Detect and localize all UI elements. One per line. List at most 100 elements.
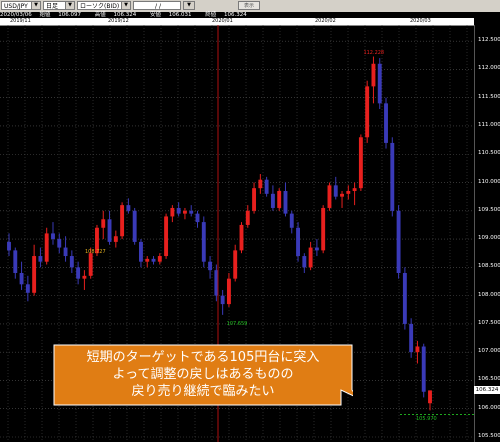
candle-body [164,216,169,257]
candle-body [25,284,30,293]
candle-body [270,193,275,208]
date-tick: 2019/11 [10,18,31,24]
price-tick: 109.000 [478,235,500,242]
candle-body [308,247,313,268]
candle-body [51,233,55,240]
candle-body [409,323,414,353]
current-price-marker: 106.324 [474,386,500,395]
annotation-callout: 短期のターゲットである105円台に突入 よって調整の戻しはあるものの 戻り売り継… [53,344,353,406]
chevron-down-icon[interactable]: ▼ [65,2,74,9]
price-tick: 112.000 [478,65,500,72]
candle-body [314,247,319,251]
candle-body [32,256,37,293]
candle-body [151,258,156,262]
calendar-dropdown-icon[interactable]: ▼ [184,2,194,9]
price-tick: 111.000 [478,121,500,128]
price-tick: 112.500 [478,37,500,44]
price-tick: 109.500 [478,206,500,213]
candle-body [252,188,257,211]
candle-body [145,258,150,262]
candle-body [352,188,357,191]
candle-body [296,227,300,257]
price-axis: 112.500 112.000 111.500 111.000 110.500 110.0… [474,25,500,442]
swing-low-label: 107.659 [226,320,248,327]
peak-high-label: 112.228 [363,49,385,56]
candle-body [277,191,282,208]
price-type-select[interactable]: ローソク(BID) ▼ [77,1,131,10]
candle-body [358,137,363,189]
candle-body [371,63,376,87]
candle-body [157,256,162,262]
price-tick: 106.000 [478,404,500,411]
candle-body [208,261,213,271]
candle-body [13,250,18,273]
candle-body [195,213,200,223]
candle-body [57,239,62,248]
candle-body [107,219,112,242]
swing-high-label: 108.727 [84,248,106,255]
chevron-down-icon[interactable]: ▼ [31,2,40,9]
candle-body [233,250,238,279]
candle-body [346,191,351,194]
date-tick: 2020/03 [410,18,431,24]
date-tick: 2020/01 [212,18,233,24]
candle-body [396,210,401,273]
candle-body [340,193,344,197]
timeframe-value: 日足 [46,3,59,10]
callout-text: 短期のターゲットである105円台に突入 よって調整の戻しはあるものの 戻り売り継… [57,349,349,400]
callout-line-3: 戻り売り継続で臨みたい [131,384,275,399]
candle-body [428,390,432,404]
candle-body [170,207,175,217]
candle-body [390,142,395,211]
recent-low-label: 105.970 [416,416,437,423]
candle-body [139,241,143,262]
price-tick: 108.000 [478,291,500,298]
candle-body [113,236,118,242]
show-button[interactable]: 表示 [238,1,260,10]
candle-body [201,222,206,262]
symbol-select[interactable]: USD/JPY ▼ [1,1,41,10]
candle-body [19,273,24,285]
candle-body [239,224,244,251]
price-tick: 107.000 [478,348,500,355]
price-type-value: ローソク(BID) [80,3,120,10]
date-input-value: / / [155,3,161,10]
candle-body [220,295,225,305]
price-tick: 111.500 [478,93,500,100]
candle-body [421,346,426,392]
candle-body [245,210,250,225]
candle-body [38,256,43,262]
candle-body [226,278,231,305]
candle-body [76,267,81,279]
candle-body [182,210,187,214]
price-tick: 106.500 [478,376,500,383]
date-tick: 2019/12 [108,18,129,24]
candle-body [88,253,93,276]
price-tick: 110.000 [478,178,500,185]
candle-body [402,273,407,324]
candle-body [283,191,288,214]
price-tick: 110.500 [478,150,500,157]
callout-line-1: 短期のターゲットである105円台に突入 [86,350,320,365]
date-input[interactable]: / / [133,1,181,10]
timeframe-select[interactable]: 日足 ▼ [43,1,75,10]
candle-body [327,185,332,208]
candle-body [44,233,49,262]
candle-body [82,275,87,279]
date-picker-dropdown[interactable]: ▼ [183,1,195,10]
candle-body [258,179,263,189]
candle-body [126,205,131,211]
callout-line-2: よって調整の戻しはあるものの [112,367,294,382]
candle-body [69,256,74,268]
candle-body [7,241,11,251]
candle-body [264,179,269,194]
price-tick: 107.500 [478,319,500,326]
chevron-down-icon[interactable]: ▼ [121,2,130,9]
candle-body [63,247,68,257]
candle-body [321,207,326,251]
candle-body [120,205,125,237]
candle-body [132,210,137,242]
candle-body [189,210,194,214]
candle-body [176,207,181,214]
candle-body [365,86,370,138]
